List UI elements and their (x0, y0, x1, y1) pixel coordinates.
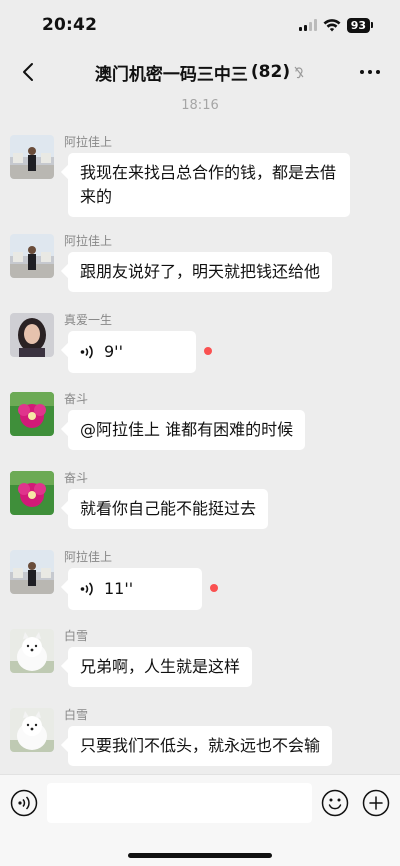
flower-avatar-icon (10, 471, 54, 515)
message-list[interactable]: 18:16 阿拉佳上 我现在来找吕总合作的钱，都是去借来的 阿拉佳上 跟朋友说好… (0, 94, 400, 774)
voice-wave-icon (80, 345, 93, 359)
man-avatar-icon (10, 234, 54, 278)
message-bubble[interactable]: 我现在来找吕总合作的钱，都是去借来的 (68, 153, 350, 217)
unread-dot (204, 347, 212, 355)
avatar[interactable] (10, 234, 54, 278)
chat-title: 澳门机密一码三中三 (94, 64, 248, 85)
wifi-icon (323, 18, 341, 31)
voice-duration: 11'' (104, 579, 134, 598)
status-time: 20:42 (42, 15, 98, 35)
more-options-button[interactable] (356, 58, 384, 86)
voice-icon (10, 789, 38, 817)
message-bubble[interactable]: 兄弟啊，人生就是这样 (68, 647, 253, 687)
woman-avatar-icon (10, 313, 54, 357)
chat-header: 澳门机密一码三中三 (82) (0, 50, 400, 94)
sender-name: 白雪 (64, 708, 89, 722)
status-icons: 93 (298, 17, 374, 33)
avatar[interactable] (10, 629, 54, 673)
mute-ear-icon (294, 66, 304, 79)
voice-input-button[interactable] (10, 789, 38, 817)
man-avatar-icon (10, 550, 54, 594)
message-bubble[interactable]: @阿拉佳上 谁都有困难的时候 (68, 410, 306, 450)
plus-icon (362, 789, 390, 817)
message-bubble[interactable]: 只要我们不低头，就永远也不会输 (68, 726, 333, 766)
dog-avatar-icon (10, 629, 54, 673)
sender-name: 白雪 (64, 629, 89, 643)
battery-indicator: 93 (346, 17, 374, 33)
voice-wave-icon (80, 582, 93, 596)
sender-name: 阿拉佳上 (64, 234, 113, 248)
status-bar: 20:42 93 (0, 0, 400, 50)
man-avatar-icon (10, 135, 54, 179)
chevron-left-icon (23, 63, 33, 81)
voice-message-bubble[interactable]: 11'' (68, 568, 202, 610)
home-indicator[interactable] (128, 853, 272, 858)
avatar[interactable] (10, 471, 54, 515)
avatar[interactable] (10, 392, 54, 436)
emoji-button[interactable] (321, 789, 349, 817)
message-timestamp: 18:16 (181, 98, 219, 113)
sender-name: 阿拉佳上 (64, 135, 113, 149)
more-features-button[interactable] (362, 789, 390, 817)
sender-name: 奋斗 (64, 471, 89, 485)
sender-name: 奋斗 (64, 392, 89, 406)
dog-avatar-icon (10, 708, 54, 752)
chat-title-wrap: 澳门机密一码三中三 (82) (95, 60, 305, 85)
avatar[interactable] (10, 708, 54, 752)
member-count: (82) (250, 62, 291, 82)
sender-name: 阿拉佳上 (64, 550, 113, 564)
input-bar (0, 774, 400, 866)
message-bubble[interactable]: 跟朋友说好了，明天就把钱还给他 (68, 252, 333, 292)
voice-duration: 9'' (104, 342, 123, 361)
flower-avatar-icon (10, 392, 54, 436)
signal-icon (298, 19, 317, 31)
message-input[interactable] (47, 783, 312, 823)
avatar[interactable] (10, 135, 54, 179)
sender-name: 真爱一生 (64, 313, 113, 327)
avatar[interactable] (10, 550, 54, 594)
voice-message-bubble[interactable]: 9'' (68, 331, 196, 373)
unread-dot (210, 584, 218, 592)
message-bubble[interactable]: 就看你自己能不能挺过去 (68, 489, 269, 529)
back-button[interactable] (14, 58, 42, 86)
more-icon (360, 70, 380, 74)
avatar[interactable] (10, 313, 54, 357)
emoji-icon (321, 789, 349, 817)
